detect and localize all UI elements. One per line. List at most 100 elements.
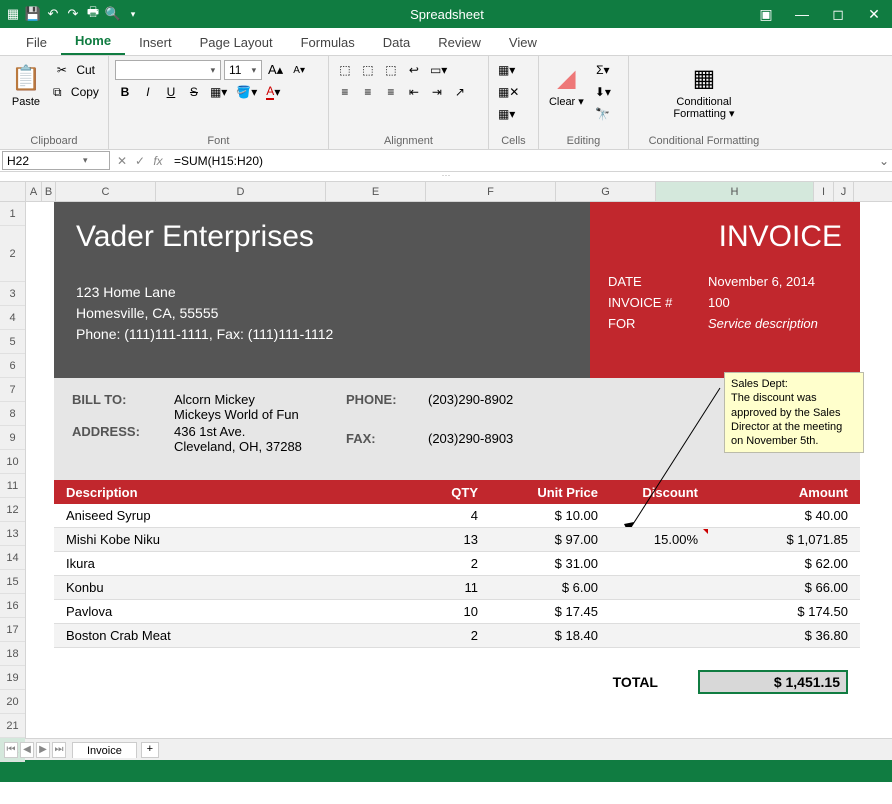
ribbon-collapse-icon[interactable]: ▣ xyxy=(752,4,780,24)
chevron-down-icon[interactable]: ▾ xyxy=(247,65,261,76)
minimize-button[interactable]: — xyxy=(788,4,816,24)
decrease-indent-button[interactable]: ⇤ xyxy=(404,82,424,102)
sheet-nav-first[interactable]: ⏮ xyxy=(4,742,18,758)
tab-formulas[interactable]: Formulas xyxy=(287,29,369,55)
sheet-tab-invoice[interactable]: Invoice xyxy=(72,742,137,758)
increase-indent-button[interactable]: ⇥ xyxy=(427,82,447,102)
align-top-button[interactable]: ⬚ xyxy=(335,60,355,80)
col-header-G[interactable]: G xyxy=(556,182,656,201)
bold-button[interactable]: B xyxy=(115,82,135,102)
col-header-E[interactable]: E xyxy=(326,182,426,201)
sheet-nav-next[interactable]: ▶ xyxy=(36,742,50,758)
strike-button[interactable]: S xyxy=(184,82,204,102)
autosum-button[interactable]: Σ▾ xyxy=(592,60,614,80)
font-name-combo[interactable]: ▾ xyxy=(115,60,221,80)
col-header-B[interactable]: B xyxy=(42,182,56,201)
format-cells-button[interactable]: ▦▾ xyxy=(495,104,518,124)
total-value-cell[interactable]: $ 1,451.15 xyxy=(698,670,848,694)
select-all-corner[interactable] xyxy=(0,182,25,202)
align-middle-button[interactable]: ⬚ xyxy=(358,60,378,80)
redo-icon[interactable]: ↷ xyxy=(64,5,82,23)
row-header-17[interactable]: 17 xyxy=(0,618,25,642)
align-center-button[interactable]: ≡ xyxy=(358,82,378,102)
row-header-12[interactable]: 12 xyxy=(0,498,25,522)
col-header-C[interactable]: C xyxy=(56,182,156,201)
row-header-8[interactable]: 8 xyxy=(0,402,25,426)
merge-button[interactable]: ▭▾ xyxy=(427,60,450,80)
tab-data[interactable]: Data xyxy=(369,29,424,55)
row-header-5[interactable]: 5 xyxy=(0,330,25,354)
row-header-6[interactable]: 6 xyxy=(0,354,25,378)
row-header-14[interactable]: 14 xyxy=(0,546,25,570)
row-header-20[interactable]: 20 xyxy=(0,690,25,714)
spreadsheet-grid[interactable]: 12345678910111213141516171819202122 ABCD… xyxy=(0,182,892,738)
fx-button[interactable]: fx xyxy=(150,154,166,168)
row-header-13[interactable]: 13 xyxy=(0,522,25,546)
row-header-4[interactable]: 4 xyxy=(0,306,25,330)
formula-input[interactable] xyxy=(170,150,876,171)
conditional-formatting-button[interactable]: ▦ ConditionalFormatting ▾ xyxy=(669,60,738,122)
tab-review[interactable]: Review xyxy=(424,29,495,55)
row-header-21[interactable]: 21 xyxy=(0,714,25,738)
row-header-9[interactable]: 9 xyxy=(0,426,25,450)
align-left-button[interactable]: ≡ xyxy=(335,82,355,102)
split-handle[interactable]: ⋯ xyxy=(0,172,892,182)
close-button[interactable]: ✕ xyxy=(860,4,888,24)
row-header-10[interactable]: 10 xyxy=(0,450,25,474)
sheet-nav-prev[interactable]: ◀ xyxy=(20,742,34,758)
name-box[interactable]: ▾ xyxy=(2,151,110,170)
shrink-font-button[interactable]: A▾ xyxy=(289,60,309,80)
table-row[interactable]: Boston Crab Meat2$ 18.40$ 36.80 xyxy=(54,624,860,648)
fill-color-button[interactable]: 🪣▾ xyxy=(233,82,260,102)
sheet-nav-last[interactable]: ⏭ xyxy=(52,742,66,758)
insert-cells-button[interactable]: ▦▾ xyxy=(495,60,518,80)
font-color-button[interactable]: A▾ xyxy=(263,82,283,102)
tab-view[interactable]: View xyxy=(495,29,551,55)
cancel-formula-button[interactable]: ✕ xyxy=(114,154,130,168)
tab-insert[interactable]: Insert xyxy=(125,29,186,55)
add-sheet-button[interactable]: + xyxy=(141,742,159,758)
row-header-2[interactable]: 2 xyxy=(0,226,25,282)
table-row[interactable]: Ikura2$ 31.00$ 62.00 xyxy=(54,552,860,576)
table-row[interactable]: Pavlova10$ 17.45$ 174.50 xyxy=(54,600,860,624)
font-size-combo[interactable]: ▾ xyxy=(224,60,262,80)
chevron-down-icon[interactable]: ▾ xyxy=(83,155,97,166)
fill-button[interactable]: ⬇▾ xyxy=(592,82,614,102)
align-bottom-button[interactable]: ⬚ xyxy=(381,60,401,80)
col-header-J[interactable]: J xyxy=(834,182,854,201)
maximize-button[interactable]: ◻ xyxy=(824,4,852,24)
row-header-18[interactable]: 18 xyxy=(0,642,25,666)
save-icon[interactable]: 💾 xyxy=(24,5,42,23)
row-header-19[interactable]: 19 xyxy=(0,666,25,690)
row-header-16[interactable]: 16 xyxy=(0,594,25,618)
expand-formula-icon[interactable]: ⌄ xyxy=(876,154,892,168)
enter-formula-button[interactable]: ✓ xyxy=(132,154,148,168)
row-header-7[interactable]: 7 xyxy=(0,378,25,402)
row-header-1[interactable]: 1 xyxy=(0,202,25,226)
preview-icon[interactable]: 🔍 xyxy=(104,5,122,23)
print-icon[interactable]: 🖶 xyxy=(84,5,102,23)
chevron-down-icon[interactable]: ▾ xyxy=(206,65,220,76)
col-header-F[interactable]: F xyxy=(426,182,556,201)
col-header-A[interactable]: A xyxy=(26,182,42,201)
clear-button[interactable]: ◢ Clear ▾ xyxy=(545,60,588,110)
col-header-I[interactable]: I xyxy=(814,182,834,201)
paste-button[interactable]: 📋 Paste xyxy=(6,60,46,110)
copy-button[interactable]: ⧉ Copy xyxy=(50,82,102,102)
delete-cells-button[interactable]: ▦✕ xyxy=(495,82,522,102)
row-header-11[interactable]: 11 xyxy=(0,474,25,498)
tab-pagelayout[interactable]: Page Layout xyxy=(186,29,287,55)
find-button[interactable]: 🔭 xyxy=(592,104,614,124)
table-row[interactable]: Mishi Kobe Niku13$ 97.0015.00%$ 1,071.85 xyxy=(54,528,860,552)
align-right-button[interactable]: ≡ xyxy=(381,82,401,102)
italic-button[interactable]: I xyxy=(138,82,158,102)
col-header-D[interactable]: D xyxy=(156,182,326,201)
tab-file[interactable]: File xyxy=(12,29,61,55)
wrap-text-button[interactable]: ↩ xyxy=(404,60,424,80)
undo-icon[interactable]: ↶ xyxy=(44,5,62,23)
col-header-H[interactable]: H xyxy=(656,182,814,201)
table-row[interactable]: Aniseed Syrup4$ 10.00$ 40.00 xyxy=(54,504,860,528)
comment-indicator[interactable] xyxy=(703,529,708,534)
grow-font-button[interactable]: A▴ xyxy=(265,60,286,80)
tab-home[interactable]: Home xyxy=(61,27,125,55)
